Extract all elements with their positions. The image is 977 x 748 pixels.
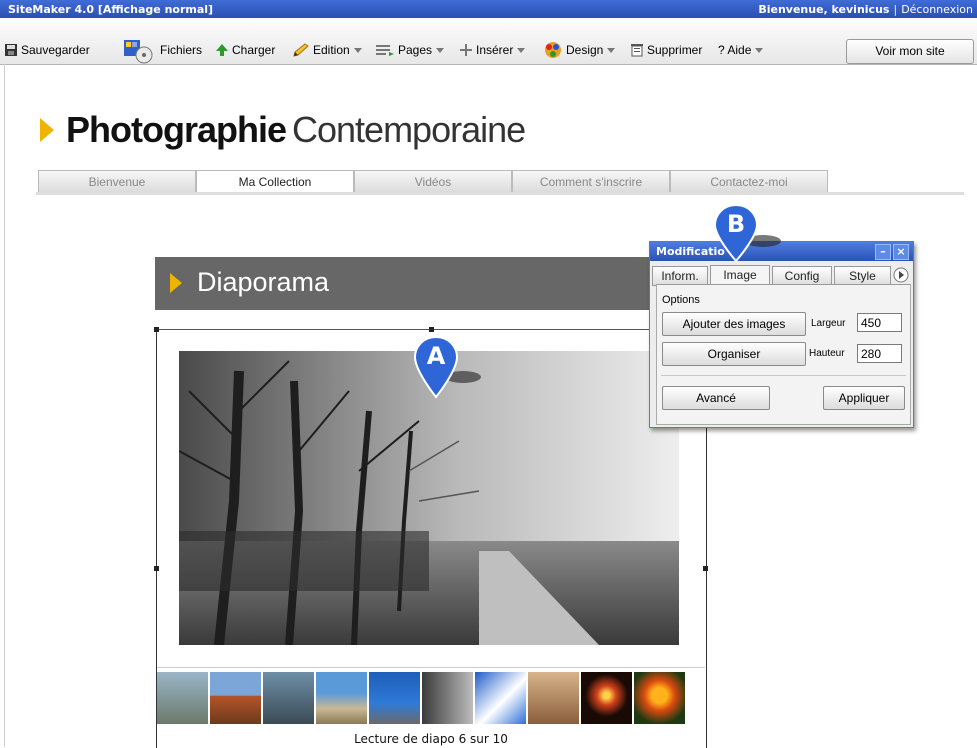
insert-icon [459, 43, 473, 57]
page-edge [4, 64, 5, 747]
thumbnail[interactable] [581, 672, 632, 724]
pages-menu[interactable]: Pages [375, 41, 445, 59]
tab-scroll-icon[interactable] [893, 267, 909, 283]
resize-handle[interactable] [154, 566, 159, 571]
delete-label: Supprimer [647, 43, 703, 57]
chevron-down-icon [353, 47, 362, 53]
up-arrow-icon [215, 43, 229, 57]
marker-b-label: B [726, 210, 746, 238]
delete-button[interactable]: Supprimer [630, 41, 702, 59]
nav-tab-inscrire[interactable]: Comment s'inscrire [512, 170, 670, 192]
pencil-icon [292, 43, 310, 57]
floppy-icon [4, 43, 18, 57]
pages-label: Pages [398, 43, 433, 57]
close-button[interactable]: × [893, 244, 909, 260]
gallery-divider [157, 667, 705, 668]
options-label: Options [662, 294, 700, 306]
edit-menu[interactable]: Edition [292, 41, 362, 59]
files-label: Fichiers [160, 43, 203, 57]
logo-light: Contemporaine [292, 109, 526, 150]
nav-tab-videos[interactable]: Vidéos [354, 170, 512, 192]
save-label: Sauvegarder [21, 43, 90, 57]
thumbnail[interactable] [210, 672, 261, 724]
thumbnail[interactable] [263, 672, 314, 724]
apply-button[interactable]: Appliquer [823, 386, 905, 410]
chevron-down-icon [436, 47, 445, 53]
chevron-right-icon [40, 118, 54, 142]
tab-config[interactable]: Config [772, 266, 832, 286]
chevron-right-icon [170, 273, 182, 293]
resize-handle[interactable] [429, 327, 434, 332]
panel-divider [661, 375, 906, 376]
thumbnail[interactable] [369, 672, 420, 724]
pages-icon [375, 43, 395, 57]
app-title-bar: SiteMaker 4.0 [Affichage normal] Bienven… [0, 0, 977, 18]
callout-marker-a: A [413, 335, 483, 403]
chevron-down-icon [517, 47, 526, 53]
nav-divider [36, 192, 964, 195]
app-title: SiteMaker 4.0 [Affichage normal] [8, 3, 214, 16]
nav-tab-contact[interactable]: Contactez-moi [670, 170, 828, 192]
logo-bold: Photographie [66, 109, 287, 150]
files-button[interactable]: Fichiers [122, 38, 203, 64]
width-input[interactable]: 450 [857, 313, 902, 332]
user-area: Bienvenue, kevinicus | Déconnexion [758, 3, 973, 16]
callout-marker-b: B [713, 203, 783, 267]
slideshow-title: Diaporama [197, 267, 330, 297]
slideshow-header: Diaporama [155, 257, 705, 310]
logout-link[interactable]: Déconnexion [901, 3, 973, 16]
separator: | [893, 3, 898, 16]
thumbnail[interactable] [634, 672, 685, 724]
thumbnail[interactable] [475, 672, 526, 724]
tab-style[interactable]: Style [834, 266, 891, 286]
insert-menu[interactable]: Insérer [459, 41, 526, 59]
help-label: ? Aide [718, 43, 752, 57]
design-menu[interactable]: Design [543, 41, 616, 59]
thumbnail[interactable] [422, 672, 473, 724]
minimize-button[interactable]: – [875, 244, 891, 260]
width-label: Largeur [811, 318, 846, 329]
site-logo: Photographie Contemporaine [40, 108, 526, 152]
advanced-button[interactable]: Avancé [662, 386, 770, 410]
insert-label: Insérer [476, 43, 514, 57]
trash-icon [630, 43, 644, 57]
resize-handle[interactable] [154, 327, 159, 332]
main-toolbar: Sauvegarder Fichiers Charger Edition Pag… [0, 18, 977, 65]
chevron-down-icon [755, 47, 764, 53]
upload-button[interactable]: Charger [215, 41, 275, 59]
modification-panel: Modificatio – × Inform. Image Config Sty… [649, 241, 914, 428]
upload-label: Charger [232, 43, 276, 57]
files-icon [122, 38, 158, 64]
thumbnail[interactable] [528, 672, 579, 724]
palette-icon [543, 41, 563, 59]
organize-button[interactable]: Organiser [662, 342, 806, 366]
slide-caption: Lecture de diapo 6 sur 10 [354, 732, 508, 746]
panel-body: Options Ajouter des images Largeur 450 O… [656, 284, 911, 425]
help-menu[interactable]: ? Aide [718, 41, 764, 59]
marker-a-label: A [426, 342, 446, 370]
welcome-text: Bienvenue, kevinicus [758, 3, 890, 16]
thumbnail[interactable] [157, 672, 208, 724]
nav-tab-ma-collection[interactable]: Ma Collection [196, 170, 354, 193]
view-site-button[interactable]: Voir mon site [846, 39, 974, 64]
height-input[interactable]: 280 [857, 344, 902, 363]
nav-tab-bienvenue[interactable]: Bienvenue [38, 170, 196, 192]
resize-handle[interactable] [703, 566, 708, 571]
edit-label: Edition [313, 43, 350, 57]
thumbnail-strip [157, 672, 705, 724]
thumbnail[interactable] [316, 672, 367, 724]
height-label: Hauteur [809, 348, 845, 359]
chevron-down-icon [607, 47, 616, 53]
design-label: Design [566, 43, 604, 57]
add-images-button[interactable]: Ajouter des images [662, 312, 806, 336]
tab-image[interactable]: Image [710, 265, 770, 286]
tab-inform[interactable]: Inform. [652, 266, 708, 286]
save-button[interactable]: Sauvegarder [4, 41, 90, 59]
